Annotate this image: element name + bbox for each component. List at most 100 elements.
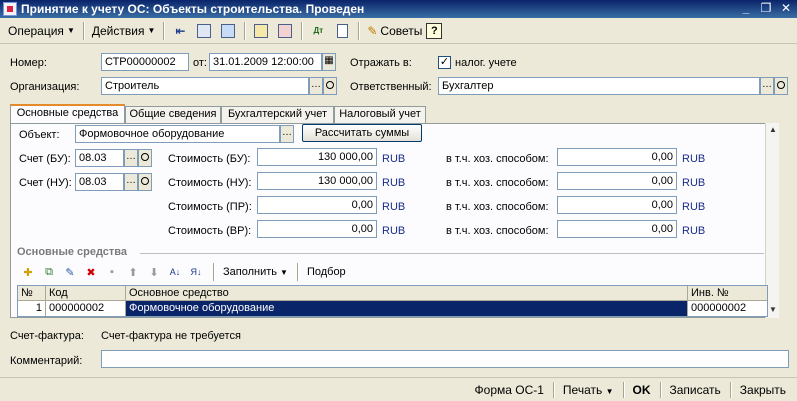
invoice-value[interactable]: Счет-фактура не требуется [101, 330, 241, 342]
cost-vr-field[interactable]: 0,00 [257, 220, 377, 238]
scroll-down-icon[interactable]: ▼ [766, 303, 780, 317]
column-header-code[interactable]: Код [46, 286, 126, 300]
tab-tax-accounting[interactable]: Налоговый учет [334, 106, 426, 123]
dropdown-arrow-icon: ▼ [66, 26, 75, 35]
cost-bu-field[interactable]: 130 000,00 [257, 148, 377, 166]
unpost-document-icon[interactable] [275, 21, 295, 41]
number-field[interactable]: СТР00000002 [101, 53, 189, 71]
row-inventory[interactable]: 000000002 [688, 301, 767, 316]
actions-menu[interactable]: Действия ▼ [88, 22, 160, 40]
cost-pr-field[interactable]: 0,00 [257, 196, 377, 214]
scroll-up-icon[interactable]: ▲ [766, 123, 780, 137]
hoz-bu-label: в т.ч. хоз. способом: [446, 153, 549, 165]
cost-nu-field[interactable]: 130 000,00 [257, 172, 377, 190]
responsible-field[interactable]: Бухгалтер [438, 77, 760, 95]
toolbar-separator [659, 381, 661, 398]
hoz-vr-unit: RUB [682, 225, 706, 237]
report-icon[interactable] [332, 21, 352, 41]
column-header-number[interactable]: № [18, 286, 46, 300]
column-header-asset[interactable]: Основное средство [126, 286, 688, 300]
organization-field[interactable]: Строитель [101, 77, 309, 95]
dropdown-arrow-icon: ▼ [605, 386, 614, 396]
move-up-icon[interactable]: ⬆ [125, 264, 141, 280]
post-document-icon[interactable] [251, 21, 271, 41]
hoz-nu-field[interactable]: 0,00 [557, 172, 677, 190]
form-os1-button[interactable]: Форма ОС-1 [470, 381, 549, 399]
go-back-icon[interactable]: ⇤ [170, 21, 190, 41]
toolbar-separator [301, 21, 303, 40]
account-bu-open-icon[interactable] [138, 149, 152, 167]
cost-pr-label: Стоимость (ПР): [168, 201, 252, 213]
title-bar: Принятие к учету ОС: Объекты строительст… [0, 0, 797, 18]
help-icon[interactable]: ? [426, 22, 443, 39]
calculate-sums-button[interactable]: Рассчитать суммы [302, 124, 422, 142]
row-code[interactable]: 000000002 [46, 301, 126, 316]
comment-field[interactable] [101, 350, 789, 368]
tax-accounting-checkbox[interactable]: ✓ [438, 56, 451, 69]
operation-menu[interactable]: Операция ▼ [4, 22, 79, 40]
calendar-icon[interactable]: ▦ [322, 53, 336, 71]
organization-open-icon[interactable] [323, 77, 337, 95]
organization-label: Организация: [10, 81, 80, 93]
ok-button[interactable]: OK [628, 381, 656, 399]
account-nu-open-icon[interactable] [138, 173, 152, 191]
print-menu[interactable]: Печать ▼ [558, 381, 619, 399]
table-header: № Код Основное средство Инв. № [18, 286, 767, 301]
account-bu-label: Счет (БУ): [19, 153, 71, 165]
toolbar-separator [163, 21, 165, 40]
advice-button[interactable]: ✎ Советы [363, 22, 426, 40]
copy-row-icon[interactable]: ⧉ [41, 264, 57, 280]
tab-accounting[interactable]: Бухгалтерский учет [221, 106, 334, 123]
row-asset[interactable]: Формовочное оборудование [126, 301, 688, 316]
assets-table: № Код Основное средство Инв. № 1 0000000… [17, 285, 768, 317]
advice-label: Советы [380, 23, 423, 38]
close-button[interactable]: Закрыть [735, 381, 791, 399]
cost-nu-label: Стоимость (НУ): [168, 177, 252, 189]
actions-label: Действия [91, 23, 145, 38]
date-field[interactable]: 31.01.2009 12:00:00 [209, 53, 322, 71]
edit-row-icon[interactable]: ✎ [62, 264, 78, 280]
window-controls: _ ❐ ✕ [737, 1, 795, 16]
table-row[interactable]: 1 000000002 Формовочное оборудование 000… [18, 301, 767, 316]
hoz-bu-unit: RUB [682, 153, 706, 165]
sort-desc-icon[interactable]: Я↓ [188, 264, 204, 280]
debit-credit-icon[interactable]: Дт [308, 21, 328, 41]
account-bu-field[interactable]: 08.03 [75, 149, 124, 167]
refresh-icon[interactable] [194, 21, 214, 41]
object-select-button[interactable]: … [280, 125, 294, 143]
hoz-vr-label: в т.ч. хоз. способом: [446, 225, 549, 237]
fill-menu[interactable]: Заполнить ▼ [223, 266, 288, 278]
toolbar: Операция ▼ Действия ▼ ⇤ Дт ✎ Советы ? [0, 18, 797, 44]
toolbar-separator [729, 381, 731, 398]
table-toolbar: ✚ ⧉ ✎ ✖ ▪ ⬆ ⬇ A↓ Я↓ Заполнить ▼ Подбор [20, 263, 346, 281]
dropdown-arrow-icon: ▼ [147, 26, 156, 35]
sort-asc-icon[interactable]: A↓ [167, 264, 183, 280]
document-icon [3, 2, 17, 16]
toolbar-separator [622, 381, 624, 398]
account-nu-select-button[interactable]: … [124, 173, 138, 191]
account-bu-select-button[interactable]: … [124, 149, 138, 167]
save-button[interactable]: Записать [665, 381, 726, 399]
select-button[interactable]: Подбор [307, 266, 346, 278]
move-down-icon[interactable]: ⬇ [146, 264, 162, 280]
add-row-icon[interactable]: ✚ [20, 264, 36, 280]
toolbar-separator [244, 21, 246, 40]
close-icon[interactable]: ✕ [777, 1, 795, 16]
object-field[interactable]: Формовочное оборудование [75, 125, 280, 143]
column-header-inventory[interactable]: Инв. № [688, 286, 767, 300]
end-edit-icon[interactable]: ▪ [104, 264, 120, 280]
tab-general-info[interactable]: Общие сведения [125, 106, 221, 123]
account-nu-field[interactable]: 08.03 [75, 173, 124, 191]
minimize-icon[interactable]: _ [737, 1, 755, 16]
restore-icon[interactable]: ❐ [757, 1, 775, 16]
delete-row-icon[interactable]: ✖ [83, 264, 99, 280]
tab-fixed-assets[interactable]: Основные средства [10, 104, 125, 124]
organization-select-button[interactable]: … [309, 77, 323, 95]
hoz-vr-field[interactable]: 0,00 [557, 220, 677, 238]
hoz-bu-field[interactable]: 0,00 [557, 148, 677, 166]
responsible-select-button[interactable]: … [760, 77, 774, 95]
hoz-pr-field[interactable]: 0,00 [557, 196, 677, 214]
responsible-open-icon[interactable] [774, 77, 788, 95]
cost-bu-label: Стоимость (БУ): [168, 153, 251, 165]
reread-icon[interactable] [218, 21, 238, 41]
